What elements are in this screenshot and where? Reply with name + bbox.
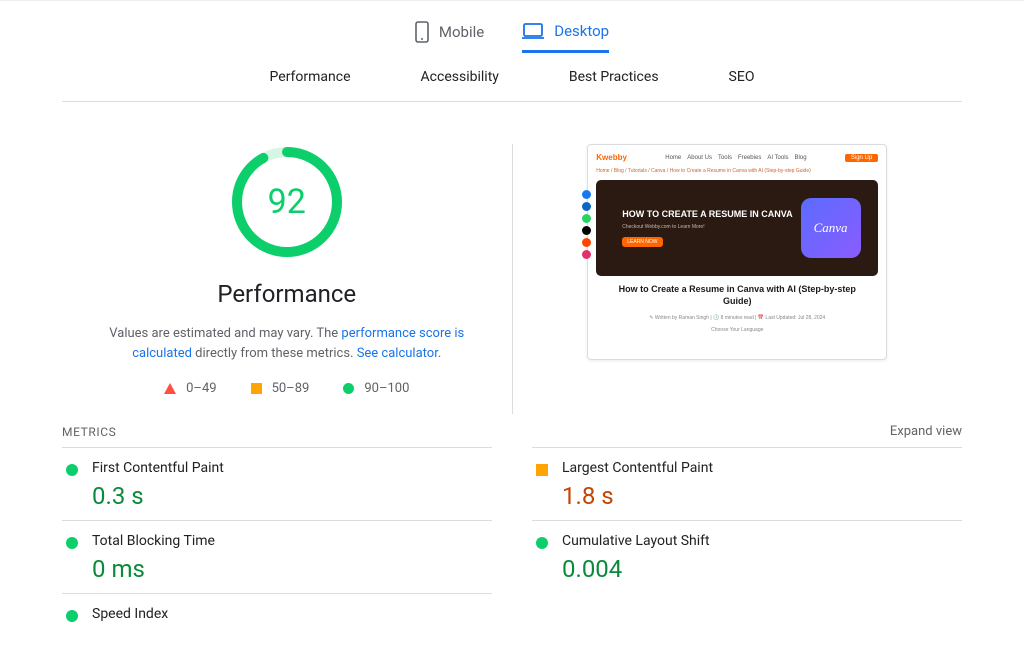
expand-view-link[interactable]: Expand view	[890, 424, 962, 439]
thumb-hero-title: HOW TO CREATE A RESUME IN CANVA	[622, 209, 792, 221]
thumb-social-icon	[582, 226, 591, 235]
thumb-article-title: How to Create a Resume in Canva with AI …	[606, 284, 868, 307]
thumb-nav-item: Home	[665, 155, 681, 161]
metric-item: Largest Contentful Paint 1.8 s	[532, 447, 962, 520]
device-tabs: Mobile Desktop	[62, 1, 962, 53]
legend-low: 0–49	[164, 381, 216, 396]
metric-value: 0 ms	[92, 555, 215, 583]
metric-item: Speed Index	[62, 593, 492, 638]
triangle-red-icon	[164, 383, 176, 394]
status-dot-icon	[66, 464, 78, 476]
thumb-nav: Home About Us Tools Freebies AI Tools Blog	[665, 155, 806, 161]
thumb-header: Kwebby Home About Us Tools Freebies AI Tools…	[596, 153, 878, 162]
legend-high: 90–100	[343, 381, 409, 396]
thumb-social-icon	[582, 238, 591, 247]
thumb-meta: ✎ Written by Raman Singh | 🕒 8 minutes r…	[596, 315, 878, 321]
tab-mobile[interactable]: Mobile	[415, 21, 484, 53]
thumb-social-icon	[582, 250, 591, 259]
status-dot-icon	[66, 537, 78, 549]
metrics-heading: METRICS	[62, 425, 116, 439]
thumb-nav-item: Blog	[795, 155, 807, 161]
metric-label: Largest Contentful Paint	[562, 460, 713, 476]
tab-mobile-label: Mobile	[439, 23, 484, 41]
desktop-icon	[522, 23, 544, 39]
legend-low-label: 0–49	[186, 381, 216, 396]
thumb-nav-item: Freebies	[738, 155, 761, 161]
thumb-nav-item: AI Tools	[767, 155, 788, 161]
thumb-nav-item: Tools	[718, 155, 732, 161]
metric-item: Total Blocking Time 0 ms	[62, 520, 492, 593]
report-row: 92 Performance Values are estimated and …	[62, 102, 962, 414]
thumb-canva-card: Canva	[801, 198, 861, 258]
metric-body: Cumulative Layout Shift 0.004	[562, 533, 710, 583]
tab-desktop-label: Desktop	[554, 22, 609, 40]
metric-value: 0.004	[562, 555, 710, 583]
thumb-social-icon	[582, 214, 591, 223]
thumb-logo: Kwebby	[596, 153, 627, 162]
screenshot-panel: Kwebby Home About Us Tools Freebies AI Tools…	[513, 144, 963, 414]
legend-mid: 50–89	[251, 381, 310, 396]
thumb-hero-text: HOW TO CREATE A RESUME IN CANVA Checkout…	[622, 209, 792, 248]
tab-seo[interactable]: SEO	[729, 69, 755, 85]
score-gauge: 92	[229, 144, 345, 260]
performance-note: Values are estimated and may vary. The p…	[97, 324, 477, 363]
metric-item: First Contentful Paint 0.3 s	[62, 447, 492, 520]
thumb-socials	[582, 190, 591, 259]
category-tabs: Performance Accessibility Best Practices…	[62, 53, 962, 102]
score-legend: 0–49 50–89 90–100	[164, 381, 409, 396]
thumb-nav-item: About Us	[687, 155, 712, 161]
performance-title: Performance	[217, 280, 356, 308]
page-thumbnail: Kwebby Home About Us Tools Freebies AI Tools…	[587, 144, 887, 360]
status-dot-icon	[66, 610, 78, 622]
metric-body: Speed Index	[92, 606, 168, 628]
tab-performance[interactable]: Performance	[270, 69, 351, 85]
thumb-lang: Choose Your Language	[596, 327, 878, 333]
metric-body: Total Blocking Time 0 ms	[92, 533, 215, 583]
mobile-icon	[415, 21, 429, 43]
status-dot-icon	[536, 537, 548, 549]
tab-best-practices[interactable]: Best Practices	[569, 69, 659, 85]
metric-label: First Contentful Paint	[92, 460, 224, 476]
legend-mid-label: 50–89	[272, 381, 310, 396]
tab-desktop[interactable]: Desktop	[522, 21, 609, 53]
circle-green-icon	[343, 383, 354, 394]
square-orange-icon	[251, 383, 262, 394]
thumb-hero-sub: Checkout Webby.com to Learn More!	[622, 224, 792, 230]
status-dot-icon	[536, 464, 548, 476]
thumb-logo-text: webby	[602, 153, 627, 162]
thumb-hero: HOW TO CREATE A RESUME IN CANVA Checkout…	[596, 180, 878, 276]
note-text: Values are estimated and may vary. The	[109, 326, 341, 341]
thumb-signup: Sign Up	[845, 154, 878, 162]
metric-body: First Contentful Paint 0.3 s	[92, 460, 224, 510]
tab-accessibility[interactable]: Accessibility	[421, 69, 499, 85]
note-text-2: directly from these metrics.	[192, 346, 357, 361]
note-text-3: .	[438, 346, 441, 361]
metric-value: 0.3 s	[92, 482, 224, 510]
thumb-breadcrumb: Home / Blog / Tutorials / Canva / How to…	[596, 168, 878, 174]
link-see-calculator[interactable]: See calculator	[357, 346, 438, 361]
thumb-social-icon	[582, 190, 591, 199]
legend-high-label: 90–100	[364, 381, 409, 396]
metrics-header: METRICS Expand view	[62, 414, 962, 447]
metric-item: Cumulative Layout Shift 0.004	[532, 520, 962, 593]
metric-label: Cumulative Layout Shift	[562, 533, 710, 549]
performance-summary: 92 Performance Values are estimated and …	[62, 144, 513, 414]
thumb-hero-cta: LEARN NOW	[622, 237, 662, 247]
score-value: 92	[229, 144, 345, 260]
thumb-social-icon	[582, 202, 591, 211]
metrics-grid: First Contentful Paint 0.3 s Largest Conte…	[62, 447, 962, 638]
metric-label: Speed Index	[92, 606, 168, 622]
metric-value: 1.8 s	[562, 482, 713, 510]
metric-label: Total Blocking Time	[92, 533, 215, 549]
metric-body: Largest Contentful Paint 1.8 s	[562, 460, 713, 510]
